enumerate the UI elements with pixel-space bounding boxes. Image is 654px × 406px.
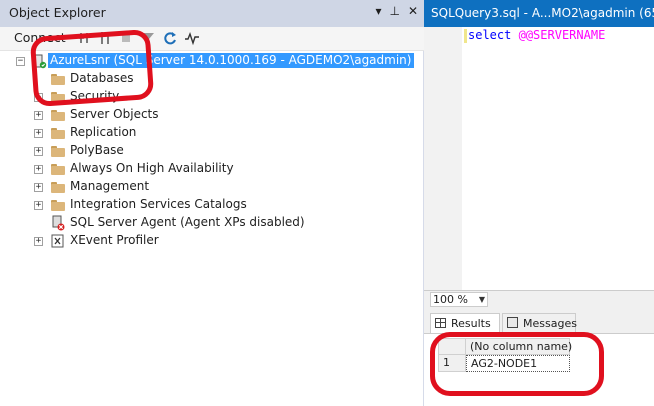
object-explorer-title-bar: Object Explorer ▾ ⊥ ✕ bbox=[0, 0, 424, 27]
folder-icon bbox=[51, 110, 65, 121]
tree-node-label[interactable]: PolyBase bbox=[70, 143, 124, 157]
folder-icon bbox=[51, 128, 65, 139]
tree-node-label[interactable]: Databases bbox=[70, 71, 134, 85]
change-indicator bbox=[464, 29, 467, 43]
tab-results[interactable]: Results bbox=[430, 313, 500, 333]
folder-icon bbox=[51, 200, 65, 211]
title-buttons: ▾ ⊥ ✕ bbox=[375, 4, 418, 18]
expand-icon[interactable]: + bbox=[34, 165, 43, 174]
expand-icon[interactable]: + bbox=[34, 237, 43, 246]
query-editor-tab-title[interactable]: SQLQuery3.sql - A...MO2\agadmin (65))* bbox=[431, 6, 654, 20]
collapse-icon[interactable]: − bbox=[16, 57, 25, 66]
tree-node-label[interactable]: XEvent Profiler bbox=[70, 233, 159, 247]
object-explorer-toolbar: Connect bbox=[0, 27, 424, 51]
column-header[interactable]: (No column name) bbox=[466, 338, 572, 355]
tree-node-xevent-profiler[interactable]: + XEvent Profiler bbox=[0, 232, 424, 250]
expand-icon[interactable]: + bbox=[34, 111, 43, 120]
tree-node-server-objects[interactable]: + Server Objects bbox=[0, 106, 424, 124]
filter-icon[interactable] bbox=[141, 30, 155, 46]
connect-button[interactable]: Connect bbox=[14, 30, 66, 45]
folder-icon bbox=[51, 74, 65, 85]
tree-node-label[interactable]: SQL Server Agent (Agent XPs disabled) bbox=[70, 215, 305, 229]
sql-agent-icon bbox=[52, 215, 65, 231]
tree-node-label[interactable]: Management bbox=[70, 179, 149, 193]
connect-icon[interactable] bbox=[78, 30, 92, 46]
expand-icon[interactable]: + bbox=[34, 93, 43, 102]
grid-corner[interactable] bbox=[438, 338, 466, 355]
expand-icon[interactable]: + bbox=[34, 147, 43, 156]
expand-icon[interactable]: + bbox=[34, 201, 43, 210]
tree-node-polybase[interactable]: + PolyBase bbox=[0, 142, 424, 160]
result-cell[interactable]: AG2-NODE1 bbox=[466, 355, 570, 372]
tree-node-databases[interactable]: Databases bbox=[0, 70, 424, 88]
tab-results-label: Results bbox=[451, 317, 491, 330]
server-node-label[interactable]: AzureLsnr (SQL Server 14.0.1000.169 - AG… bbox=[46, 52, 416, 69]
tree-node-label[interactable]: Security bbox=[70, 89, 119, 103]
results-tab-strip: Results Messages bbox=[424, 310, 654, 334]
chevron-down-icon[interactable]: ▼ bbox=[479, 293, 485, 306]
tree-node-sql-agent[interactable]: SQL Server Agent (Agent XPs disabled) bbox=[0, 214, 424, 232]
code-line[interactable]: select @@SERVERNAME bbox=[468, 28, 605, 42]
editor-margin bbox=[424, 27, 462, 290]
folder-icon bbox=[51, 164, 65, 175]
window-position-icon[interactable]: ▾ bbox=[375, 4, 381, 18]
activity-monitor-icon[interactable] bbox=[184, 30, 200, 46]
object-explorer-title: Object Explorer bbox=[9, 5, 106, 20]
messages-icon bbox=[507, 317, 518, 328]
expand-icon[interactable]: + bbox=[34, 129, 43, 138]
stop-icon[interactable] bbox=[120, 30, 132, 46]
tree-node-server[interactable]: − AzureLsnr (SQL Server 14.0.1000.169 - … bbox=[0, 52, 424, 70]
tree-node-label[interactable]: Always On High Availability bbox=[70, 161, 234, 175]
tab-messages[interactable]: Messages bbox=[502, 313, 577, 333]
server-icon bbox=[32, 54, 47, 69]
zoom-value: 100 % bbox=[433, 293, 468, 306]
expand-icon[interactable]: + bbox=[34, 183, 43, 192]
tab-messages-label: Messages bbox=[523, 317, 577, 330]
tree-node-label[interactable]: Replication bbox=[70, 125, 136, 139]
refresh-icon[interactable] bbox=[163, 30, 177, 46]
tree-node-integration-services[interactable]: + Integration Services Catalogs bbox=[0, 196, 424, 214]
query-editor-tab[interactable]: SQLQuery3.sql - A...MO2\agadmin (65))* bbox=[424, 0, 654, 27]
tree-node-always-on[interactable]: + Always On High Availability bbox=[0, 160, 424, 178]
tree-node-security[interactable]: + Security bbox=[0, 88, 424, 106]
grid-icon bbox=[435, 318, 446, 328]
tree-node-management[interactable]: + Management bbox=[0, 178, 424, 196]
xevent-icon bbox=[51, 234, 64, 248]
query-editor[interactable]: select @@SERVERNAME bbox=[424, 27, 654, 290]
tree-node-replication[interactable]: + Replication bbox=[0, 124, 424, 142]
disconnect-icon[interactable] bbox=[98, 30, 112, 46]
pin-icon[interactable]: ⊥ bbox=[389, 4, 399, 18]
close-icon[interactable]: ✕ bbox=[408, 4, 418, 18]
sql-keyword: select bbox=[468, 28, 512, 42]
folder-icon bbox=[51, 92, 65, 103]
folder-icon bbox=[51, 182, 65, 193]
row-number[interactable]: 1 bbox=[438, 355, 466, 372]
editor-status-strip: 100 % ▼ bbox=[424, 290, 654, 310]
results-pane: Results Messages (No column name) 1 AG2-… bbox=[424, 310, 654, 406]
sql-variable: @@SERVERNAME bbox=[518, 28, 606, 42]
tree-node-label[interactable]: Server Objects bbox=[70, 107, 159, 121]
folder-icon bbox=[51, 146, 65, 157]
tree-node-label[interactable]: Integration Services Catalogs bbox=[70, 197, 247, 211]
zoom-dropdown[interactable]: 100 % ▼ bbox=[430, 292, 488, 307]
object-explorer-pane: Object Explorer ▾ ⊥ ✕ Connect − AzureLsn… bbox=[0, 0, 424, 406]
